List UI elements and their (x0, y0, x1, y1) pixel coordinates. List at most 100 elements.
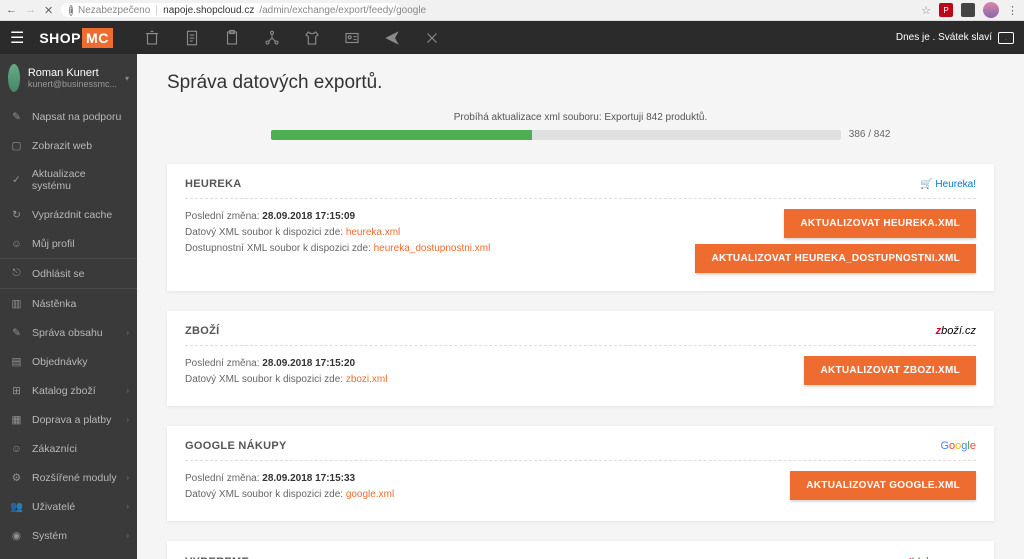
browser-bar: ← → ✕ i Nezabezpečeno | napoje.shopcloud… (0, 0, 1024, 21)
sidebar-item-aktualizace-systému[interactable]: ✓ Aktualizace systému (0, 160, 137, 200)
url-base: napoje.shopcloud.cz (163, 5, 254, 16)
nav-icon: ⎋ (10, 267, 23, 280)
user-name: Roman Kunert (28, 67, 117, 79)
sidebar-item-zobrazit-web[interactable]: ▢ Zobrazit web (0, 131, 137, 160)
tools-icon[interactable] (423, 29, 441, 47)
nav-label: Objednávky (32, 356, 87, 368)
nav-icon: ✎ (10, 110, 23, 123)
sidebar-item-zákazníci[interactable]: ☺Zákazníci (0, 434, 137, 463)
profile-avatar-icon[interactable] (983, 2, 999, 18)
card-logo: Heureka! (920, 178, 976, 190)
sidebar-item-odhlásit-se[interactable]: ⎋ Odhlásit se (0, 259, 137, 288)
sidebar-item-napsat-na-podporu[interactable]: ✎ Napsat na podporu (0, 102, 137, 131)
shirt-icon[interactable] (303, 29, 321, 47)
app-topbar: ☰ SHOPMC Dnes je . Svátek slaví (0, 21, 1024, 54)
sidebar-item-rozšířené-moduly[interactable]: ⚙Rozšířené moduly› (0, 463, 137, 492)
chevron-down-icon[interactable]: ▾ (125, 74, 129, 83)
sidebar-item-objednávky[interactable]: ▤Objednávky (0, 347, 137, 376)
nav-icon: ☺ (10, 442, 23, 455)
mail-icon[interactable] (998, 32, 1014, 44)
extension-icon[interactable] (961, 3, 975, 17)
nav-icon: ✎ (10, 326, 23, 339)
page-title: Správa datových exportů. (167, 72, 994, 94)
card-logo: Google (940, 440, 976, 452)
info-icon[interactable]: i (69, 5, 73, 16)
sidebar-item-nástěnka[interactable]: ▥Nástěnka (0, 289, 137, 318)
card-info: Poslední změna: 28.09.2018 17:15:20Datov… (185, 356, 784, 388)
nav-label: Správa obsahu (32, 327, 103, 339)
nav-label: Zobrazit web (32, 140, 92, 152)
chevron-right-icon: › (126, 328, 129, 337)
nav-label: Doprava a platby (32, 414, 111, 426)
user-avatar (8, 64, 20, 92)
sidebar-item-můj-profil[interactable]: ☺ Můj profil (0, 229, 137, 258)
sidebar-item-podpora[interactable]: ✆Podpora (0, 550, 137, 559)
file-link[interactable]: zbozi.xml (346, 374, 388, 385)
progress-text: Probíhá aktualizace xml souboru: Exportu… (167, 112, 994, 123)
export-card-zboží: ZBOŽÍ zboží.cz Poslední změna: 28.09.201… (167, 311, 994, 406)
close-icon[interactable]: ✕ (44, 4, 53, 17)
nav-label: Napsat na podporu (32, 111, 121, 123)
card-info: Poslední změna: 28.09.2018 17:15:09Datov… (185, 209, 675, 273)
nav-icon: ✓ (10, 174, 23, 187)
address-bar[interactable]: i Nezabezpečeno | napoje.shopcloud.cz/ad… (61, 3, 401, 17)
nav-icon: ▥ (10, 297, 23, 310)
kebab-icon[interactable]: ⋮ (1007, 4, 1018, 17)
nav-label: Aktualizace systému (32, 168, 127, 192)
chevron-right-icon: › (126, 531, 129, 540)
send-icon[interactable] (383, 29, 401, 47)
app-logo[interactable]: SHOPMC (39, 28, 112, 48)
today-text: Dnes je . Svátek slaví (896, 32, 992, 43)
update-button[interactable]: AKTUALIZOVAT HEUREKA_DOSTUPNOSTNI.XML (695, 244, 976, 273)
export-card-google nákupy: GOOGLE NÁKUPY Google Poslední změna: 28.… (167, 426, 994, 521)
progress-bar (271, 130, 841, 140)
nav-label: Můj profil (32, 238, 75, 250)
export-card-vybereme: VYBEREME Vybereme.cz Poslední změna: 28.… (167, 541, 994, 559)
nav-label: Odhlásit se (32, 268, 85, 280)
sidebar-item-uživatelé[interactable]: 👥Uživatelé› (0, 492, 137, 521)
nav-label: Katalog zboží (32, 385, 96, 397)
tree-icon[interactable] (263, 29, 281, 47)
card-title: HEUREKA (185, 178, 242, 190)
clipboard-icon[interactable] (223, 29, 241, 47)
file-link[interactable]: heureka.xml (346, 227, 400, 238)
nav-label: Uživatelé (32, 501, 75, 513)
nav-label: Vyprázdnit cache (32, 209, 112, 221)
id-icon[interactable] (343, 29, 361, 47)
sidebar-item-správa-obsahu[interactable]: ✎ Správa obsahu › (0, 318, 137, 347)
pinterest-ext-icon[interactable]: P (939, 3, 953, 17)
file-link[interactable]: google.xml (346, 489, 394, 500)
star-icon[interactable]: ☆ (921, 4, 931, 17)
document-icon[interactable] (183, 29, 201, 47)
url-path: /admin/exchange/export/feedy/google (259, 5, 426, 16)
back-icon[interactable]: ← (6, 4, 17, 17)
forward-icon[interactable]: → (25, 4, 36, 17)
nav-icon: ☺ (10, 237, 23, 250)
progress-block: Probíhá aktualizace xml souboru: Exportu… (167, 112, 994, 140)
nav-label: Rozšířené moduly (32, 472, 117, 484)
nav-icon: 👥 (10, 500, 23, 513)
trash-icon[interactable] (143, 29, 161, 47)
card-title: ZBOŽÍ (185, 325, 220, 337)
nav-icon: ⊞ (10, 384, 23, 397)
chevron-right-icon: › (126, 386, 129, 395)
user-email: kunert@businessmc... (28, 79, 117, 89)
hamburger-icon[interactable]: ☰ (10, 28, 24, 48)
nav-icon: ▢ (10, 139, 23, 152)
sidebar-item-doprava-a-platby[interactable]: ▦Doprava a platby› (0, 405, 137, 434)
sidebar-item-systém[interactable]: ◉Systém› (0, 521, 137, 550)
nav-icon: ↻ (10, 208, 23, 221)
sidebar-item-vyprázdnit-cache[interactable]: ↻ Vyprázdnit cache (0, 200, 137, 229)
chevron-right-icon: › (126, 415, 129, 424)
main-content: Správa datových exportů. Probíhá aktuali… (137, 54, 1024, 559)
top-icon-group (143, 29, 441, 47)
sidebar-item-katalog-zboží[interactable]: ⊞ Katalog zboží › (0, 376, 137, 405)
user-block[interactable]: Roman Kunert kunert@businessmc... ▾ (0, 54, 137, 102)
card-info: Poslední změna: 28.09.2018 17:15:33Datov… (185, 471, 770, 503)
insecure-label: Nezabezpečeno (78, 5, 150, 16)
file-link[interactable]: heureka_dostupnostni.xml (374, 243, 491, 254)
update-button[interactable]: AKTUALIZOVAT ZBOZI.XML (804, 356, 976, 385)
update-button[interactable]: AKTUALIZOVAT HEUREKA.XML (784, 209, 976, 238)
card-title: GOOGLE NÁKUPY (185, 440, 287, 452)
update-button[interactable]: AKTUALIZOVAT GOOGLE.XML (790, 471, 976, 500)
